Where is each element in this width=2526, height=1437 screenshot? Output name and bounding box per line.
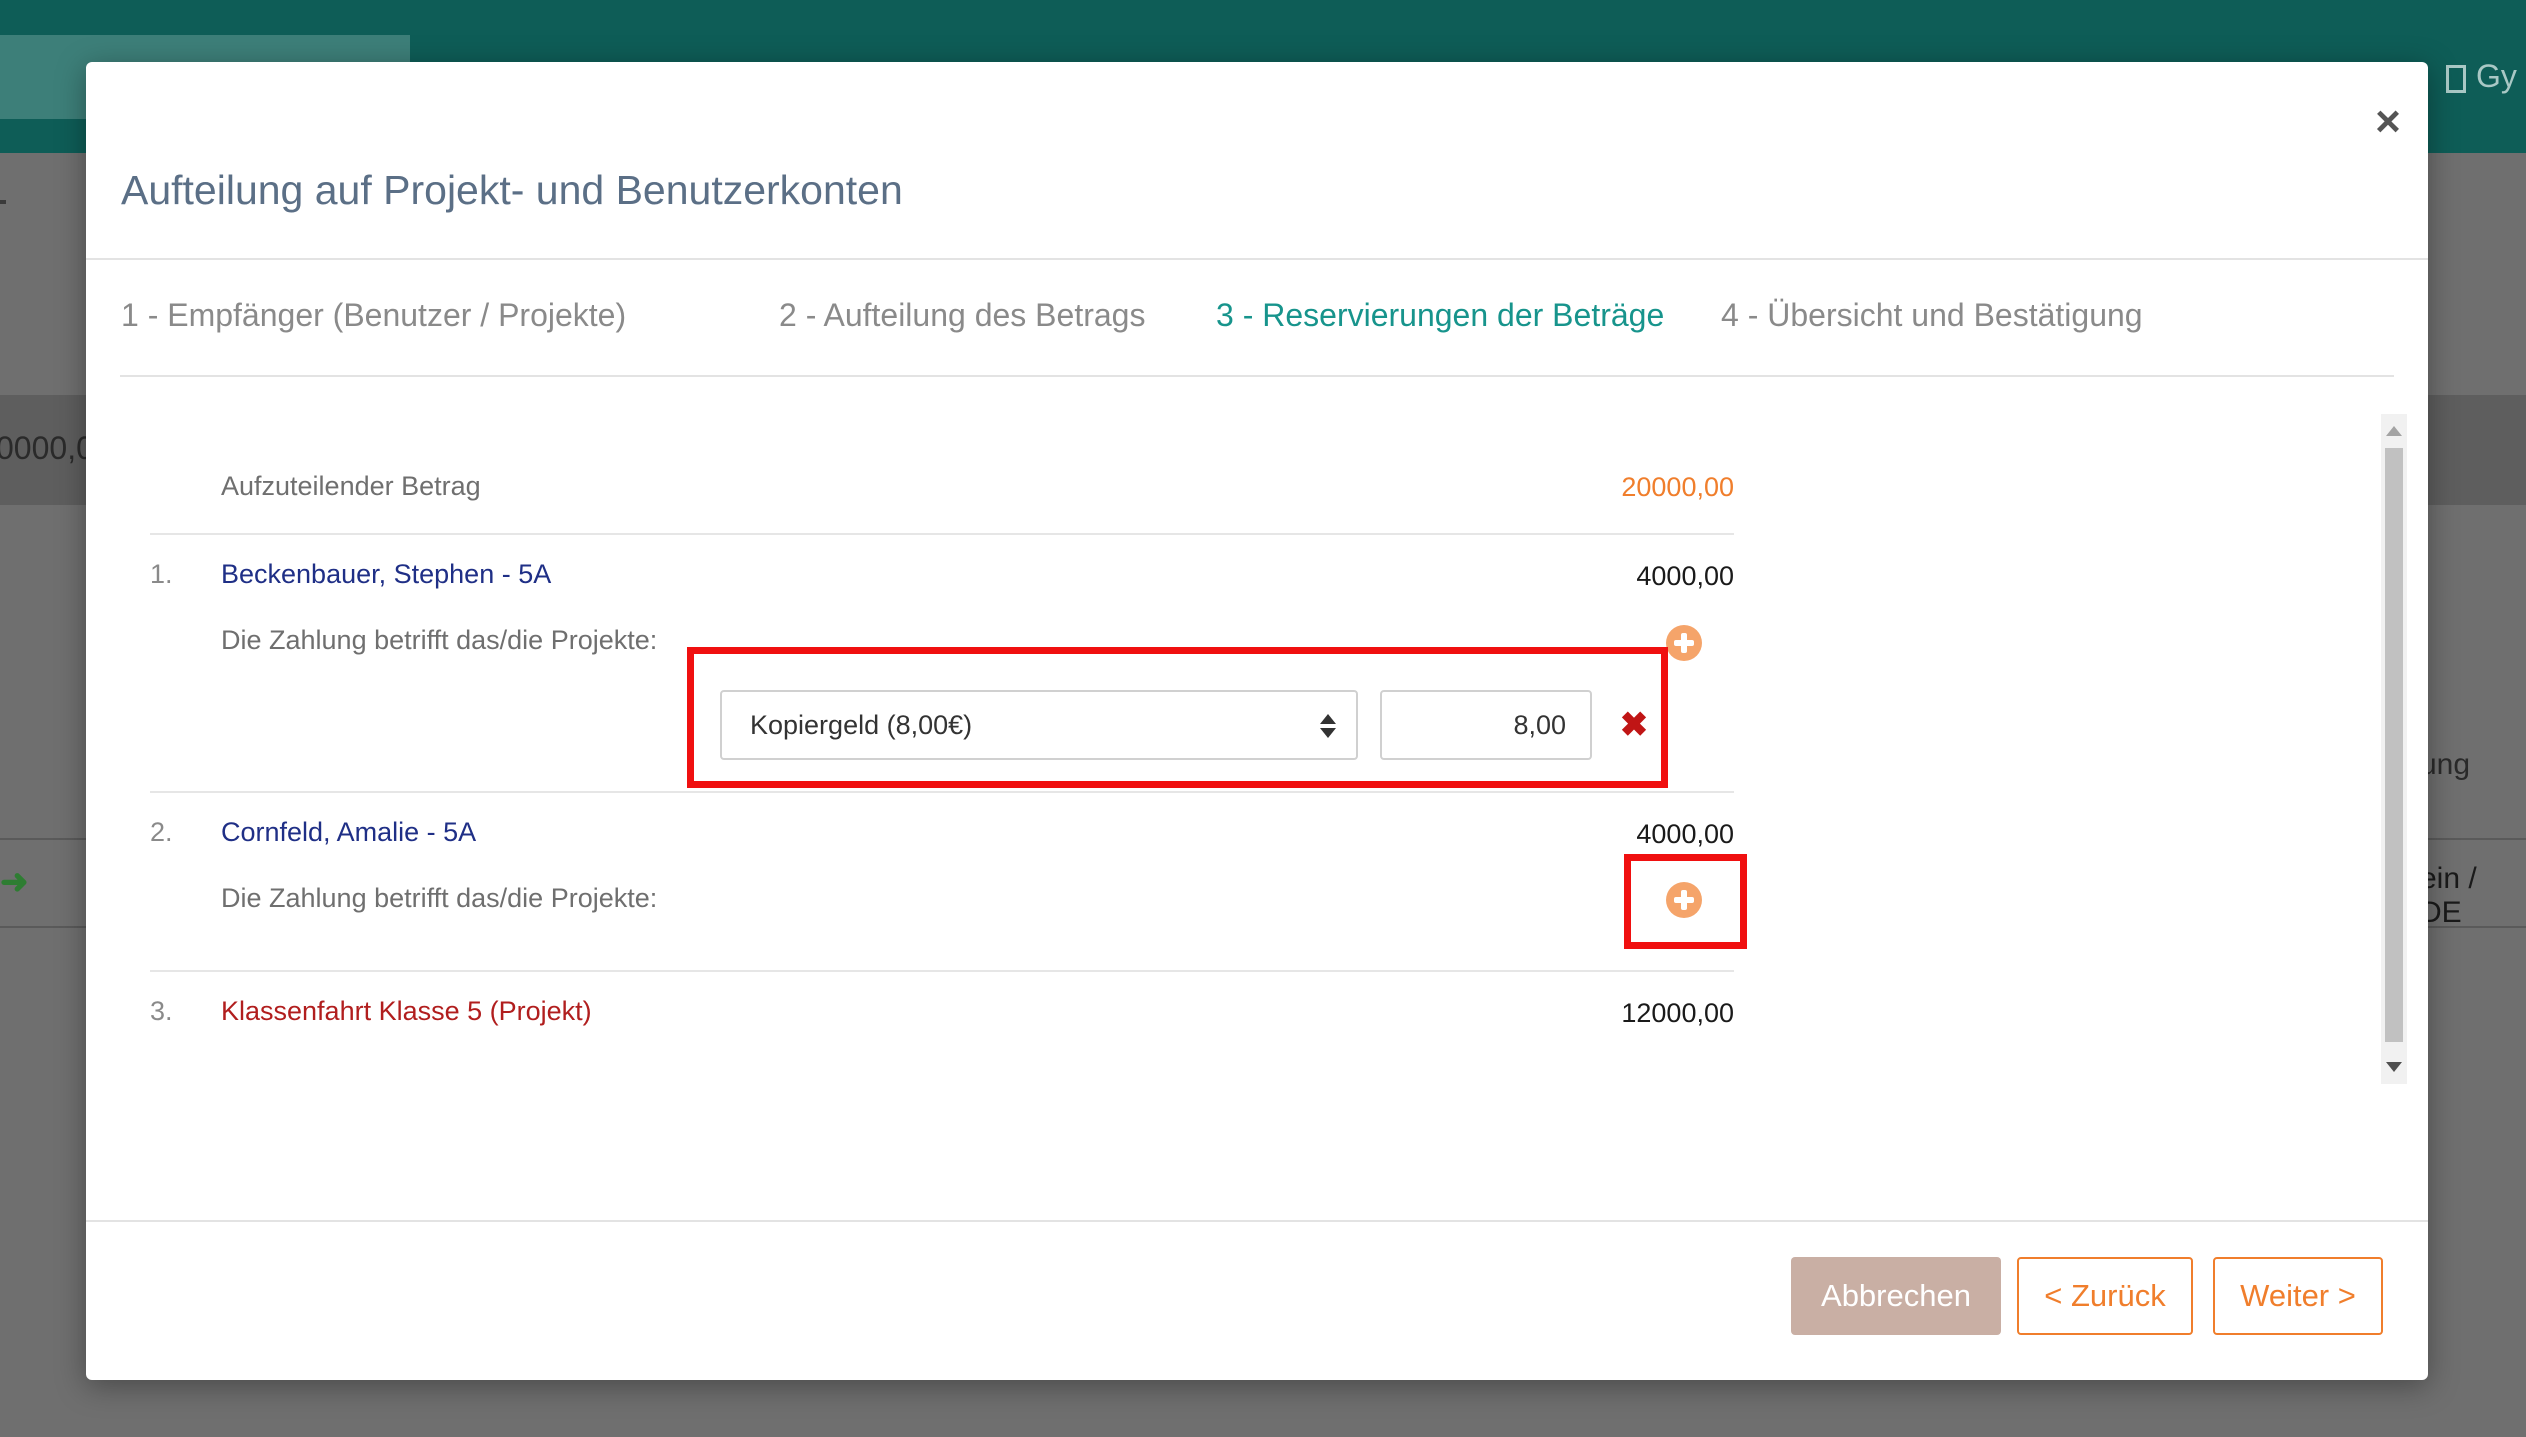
next-button[interactable]: Weiter > [2213, 1257, 2383, 1335]
projects-label: Die Zahlung betrifft das/die Projekte: [221, 625, 658, 655]
plus-circle-icon[interactable] [1666, 625, 1702, 661]
highlight-reservation-row [687, 647, 1668, 788]
header-divider [86, 258, 2428, 260]
entry-name: Cornfeld, Amalie - 5A [221, 817, 477, 847]
list-divider [150, 970, 1734, 972]
app-header-school: Gy [2446, 58, 2517, 95]
entry-number: 2. [150, 817, 173, 847]
bg-amount: 0000,0 [0, 430, 94, 466]
tab-amount-split[interactable]: 2 - Aufteilung des Betrags [779, 297, 1145, 334]
app-header-school-text: Gy [2476, 58, 2517, 94]
scroll-thumb[interactable] [2385, 448, 2403, 1042]
back-button[interactable]: < Zurück [2017, 1257, 2193, 1335]
entry-number: 1. [150, 559, 173, 589]
close-icon[interactable]: × [2366, 100, 2410, 144]
entry-number: 3. [150, 996, 173, 1026]
scroll-up-icon[interactable] [2386, 426, 2402, 436]
tab-recipients[interactable]: 1 - Empfänger (Benutzer / Projekte) [121, 297, 626, 334]
tab-overview[interactable]: 4 - Übersicht und Bestätigung [1721, 297, 2143, 334]
footer-divider [86, 1220, 2428, 1222]
entry-name: Klassenfahrt Klasse 5 (Projekt) [221, 996, 592, 1026]
modal-title: Aufteilung auf Projekt- und Benutzerkont… [121, 167, 903, 213]
list-divider [150, 791, 1734, 793]
projects-label: Die Zahlung betrifft das/die Projekte: [221, 883, 658, 913]
content-scrollbar[interactable] [2381, 414, 2407, 1084]
highlight-add-button [1624, 854, 1747, 949]
cancel-button[interactable]: Abbrechen [1791, 1257, 2001, 1335]
bg-row-text: ein / DE [2420, 862, 2477, 929]
entry-amount: 4000,00 [1636, 819, 1734, 849]
scroll-down-icon[interactable] [2386, 1062, 2402, 1072]
split-amount-modal: × Aufteilung auf Projekt- und Benutzerko… [86, 62, 2428, 1380]
entry-amount: 4000,00 [1636, 561, 1734, 591]
total-amount-label: Aufzuteilender Betrag [221, 471, 481, 501]
entry-amount: 12000,00 [1621, 998, 1734, 1028]
building-icon [2446, 64, 2466, 93]
list-divider [150, 533, 1734, 535]
tab-reservations[interactable]: 3 - Reservierungen der Beträge [1216, 297, 1664, 334]
entry-name: Beckenbauer, Stephen - 5A [221, 559, 552, 589]
tabs-divider [120, 375, 2394, 377]
arrow-right-icon: ➜ [0, 863, 29, 901]
total-amount-value: 20000,00 [1621, 472, 1734, 502]
bg-mark [0, 200, 6, 204]
